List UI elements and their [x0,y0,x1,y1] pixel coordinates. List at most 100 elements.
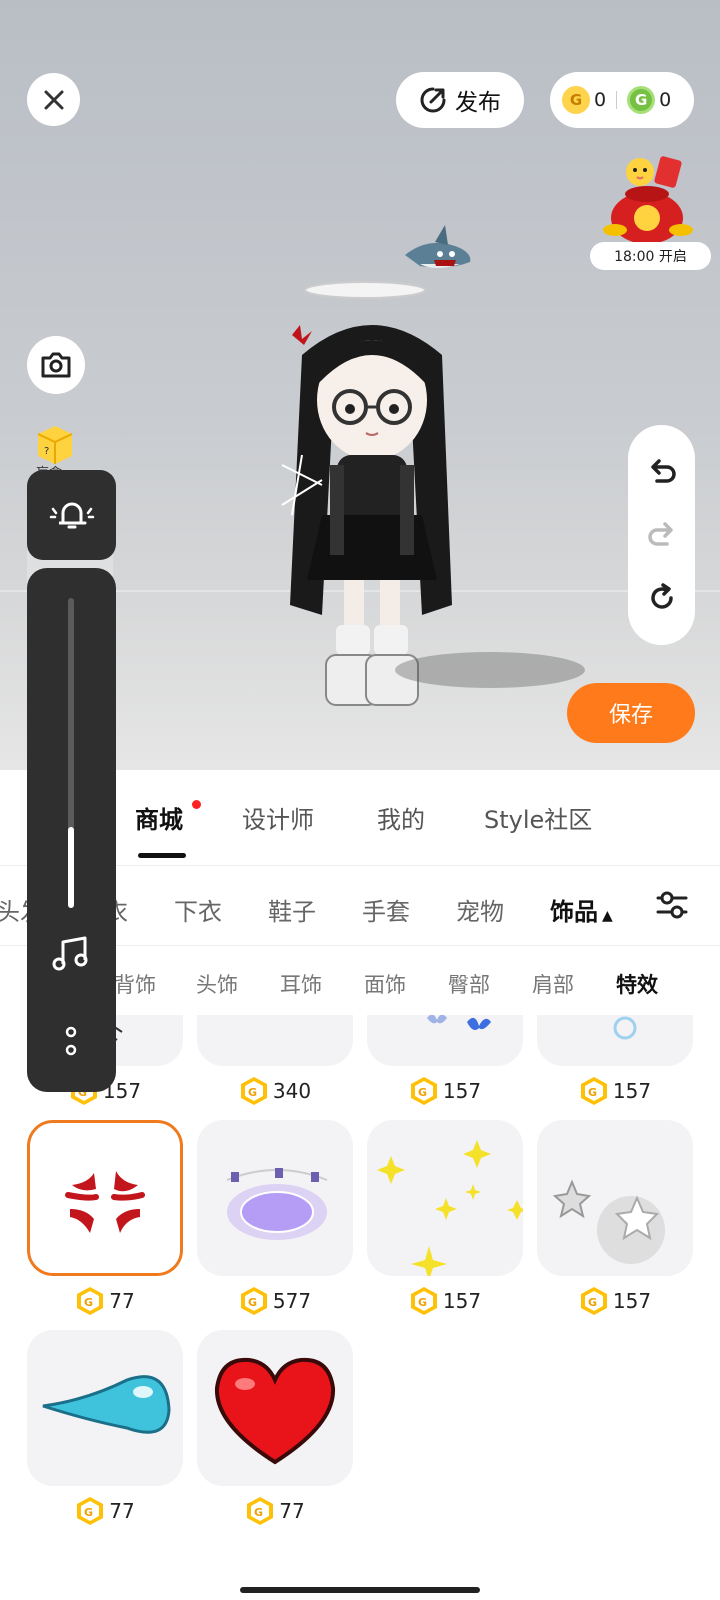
tab-underline [138,853,186,858]
price-value: 577 [272,1289,312,1313]
grid-item[interactable]: G 77 [197,1330,353,1525]
purple-portal-effect-icon [226,1168,328,1240]
notification-button[interactable] [27,470,116,560]
item-price: G 77 [197,1496,353,1526]
category-gloves[interactable]: 手套 [362,892,410,927]
subcategory-shoulder[interactable]: 肩部 [532,969,574,999]
price-value: 77 [109,1289,135,1313]
grid-item[interactable]: G 157 [537,1015,693,1105]
avatar-shadow [395,652,585,688]
bell-icon [49,502,94,529]
subcategory-back[interactable]: 背饰 [114,969,156,999]
price-value: 157 [612,1289,652,1313]
filter-icon[interactable] [655,888,689,922]
category-shoes[interactable]: 鞋子 [268,892,316,927]
item-thumbnail [197,1120,353,1276]
lucky-bag-icon [603,156,693,244]
price-value: 340 [272,1079,312,1103]
history-controls [628,425,695,645]
home-indicator[interactable] [240,1587,480,1593]
coin-icon: G [240,1077,267,1105]
blindbox-icon[interactable]: ? [30,418,80,468]
publish-button[interactable]: 发布 [396,72,524,128]
grid-item[interactable]: G 577 [197,1120,353,1315]
anger-mark-effect-icon [65,1171,145,1233]
butterflies-effect-icon [427,1015,491,1030]
green-coin-icon: G [627,86,656,114]
grid-item[interactable]: G 340 [197,1015,353,1105]
coin-icon: G [580,1287,607,1315]
item-price: G 77 [27,1286,183,1316]
publish-label: 发布 [455,90,501,116]
floating-control-panel [27,470,116,1092]
price-value: 157 [442,1079,482,1103]
grid-item[interactable]: G 77 [27,1330,183,1525]
item-price: G 577 [197,1286,353,1316]
save-button[interactable]: 保存 [567,683,695,743]
item-thumbnail [197,1330,353,1486]
grid-item-selected[interactable]: G 77 [27,1120,183,1315]
timed-event[interactable]: 18:00 开启 [585,150,711,270]
category-pets[interactable]: 宠物 [456,892,504,927]
yellow-sparkles-effect-icon [377,1140,523,1276]
slider-fill [68,827,74,908]
volume-slider[interactable] [27,568,116,1092]
price-value: 157 [442,1289,482,1313]
grid-item[interactable]: G 157 [367,1120,523,1315]
tab-style-community[interactable]: Style社区 [484,800,592,835]
coin-icon: G [247,1497,274,1525]
svg-text:?: ? [44,446,49,457]
halo [304,281,426,299]
subcategory-face[interactable]: 面饰 [364,969,406,999]
subcategory-effects[interactable]: 特效 [616,969,658,999]
more-icon[interactable] [63,1026,79,1058]
price-value: 157 [612,1079,652,1103]
svg-text:G: G [84,1506,93,1519]
currency-bar[interactable]: G 0 G 0 [550,72,694,128]
white-stars-effect-icon [552,1179,665,1264]
grid-item[interactable]: G 157 [367,1015,523,1105]
camera-icon [41,352,71,378]
green-count: 0 [659,89,672,111]
category-bottoms[interactable]: 下衣 [174,892,222,927]
category-accessories-label: 饰品 [550,898,598,926]
tab-mine[interactable]: 我的 [377,800,425,835]
price-value: 77 [109,1499,135,1523]
redo-icon[interactable] [647,520,677,548]
grid-item[interactable]: G 157 [537,1120,693,1315]
item-price: G 157 [367,1286,523,1316]
ring-effect-icon [613,1016,637,1040]
reset-icon[interactable] [647,583,677,613]
subcategory-head[interactable]: 头饰 [196,969,238,999]
blue-drop-effect-icon [42,1375,171,1434]
music-icon[interactable] [51,936,91,972]
tab-shop[interactable]: 商城 [135,800,183,835]
item-price: G 157 [367,1076,523,1106]
gold-count: 0 [594,89,607,111]
shark-pet [405,225,471,268]
item-price: G 157 [537,1076,693,1106]
coin-icon: G [410,1287,437,1315]
close-icon [44,90,63,109]
item-price: G 157 [537,1286,693,1316]
subcategory-ear[interactable]: 耳饰 [280,969,322,999]
item-thumbnail [537,1120,693,1276]
svg-text:G: G [418,1086,427,1099]
svg-text:G: G [254,1506,263,1519]
item-price: G 77 [27,1496,183,1526]
tab-shop-badge [192,800,201,809]
item-thumbnail [367,1015,523,1066]
item-price: G 340 [197,1076,353,1106]
svg-text:G: G [248,1296,257,1309]
red-heart-effect-icon [214,1357,336,1465]
coin-icon: G [410,1077,437,1105]
category-accessories[interactable]: 饰品 ▲ [550,892,613,927]
undo-icon[interactable] [647,457,677,485]
subcategory-hip[interactable]: 臀部 [448,969,490,999]
tab-designer[interactable]: 设计师 [242,800,314,835]
close-button[interactable] [27,73,80,126]
camera-button[interactable] [27,336,85,394]
publish-icon [420,87,446,113]
svg-text:G: G [588,1296,597,1309]
item-thumbnail [27,1330,183,1486]
